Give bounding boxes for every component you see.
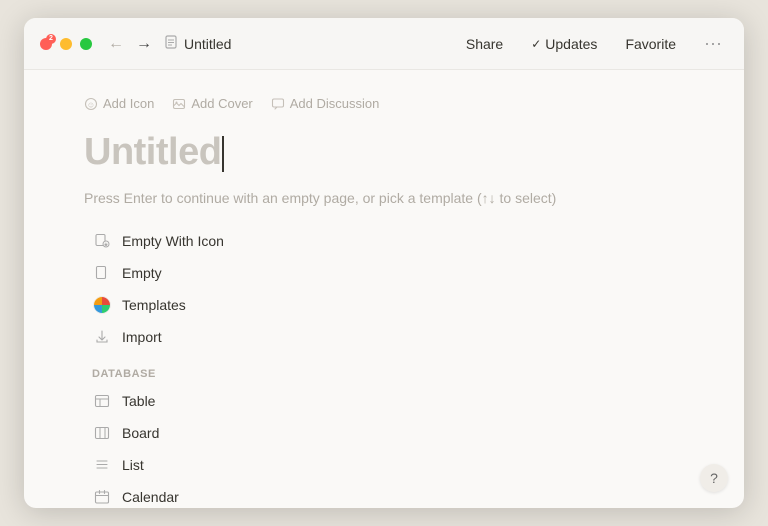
empty-with-icon-item[interactable]: ★ Empty With Icon <box>84 226 684 256</box>
empty-item[interactable]: Empty <box>84 258 684 288</box>
board-item[interactable]: Board <box>84 418 684 448</box>
empty-icon <box>92 263 112 283</box>
updates-button[interactable]: ✓ Updates <box>525 34 603 54</box>
help-button[interactable]: ? <box>700 464 728 492</box>
back-button[interactable]: ← <box>104 33 128 55</box>
templates-icon <box>92 295 112 315</box>
calendar-item[interactable]: Calendar <box>84 482 684 508</box>
minimize-button[interactable] <box>60 38 72 50</box>
calendar-icon <box>92 487 112 507</box>
traffic-lights: 2 <box>40 38 92 50</box>
page-header-actions: ☺ Add Icon Add Cover Add Discussion <box>84 94 684 113</box>
templates-item[interactable]: Templates <box>84 290 684 320</box>
notification-badge: 2 <box>46 34 56 44</box>
table-item[interactable]: Table <box>84 386 684 416</box>
nav-buttons: ← → <box>104 33 156 55</box>
page-icon <box>164 35 178 52</box>
titlebar-actions: Share ✓ Updates Favorite ··· <box>460 31 728 56</box>
template-menu: ★ Empty With Icon Empty <box>84 226 684 508</box>
hint-text: Press Enter to continue with an empty pa… <box>84 190 684 206</box>
page-main-title[interactable]: Untitled <box>84 131 684 174</box>
empty-with-icon-icon: ★ <box>92 231 112 251</box>
page-content: ☺ Add Icon Add Cover Add Discussion <box>24 70 744 508</box>
table-icon <box>92 391 112 411</box>
list-item[interactable]: List <box>84 450 684 480</box>
import-item[interactable]: Import <box>84 322 684 352</box>
more-button[interactable]: ··· <box>698 31 728 56</box>
svg-text:☺: ☺ <box>87 100 95 109</box>
maximize-button[interactable] <box>80 38 92 50</box>
svg-text:★: ★ <box>103 242 108 249</box>
add-icon-button[interactable]: ☺ Add Icon <box>84 94 154 113</box>
board-icon <box>92 423 112 443</box>
share-button[interactable]: Share <box>460 34 509 54</box>
import-icon <box>92 327 112 347</box>
page-title-label: Untitled <box>184 36 231 52</box>
list-icon <box>92 455 112 475</box>
check-icon: ✓ <box>531 37 541 51</box>
app-window: 2 ← → Untitled Share ✓ <box>24 18 744 508</box>
database-section-label: DATABASE <box>84 368 684 380</box>
page-title-bar: Untitled <box>164 35 460 52</box>
favorite-button[interactable]: Favorite <box>619 34 682 54</box>
text-cursor <box>222 136 224 172</box>
add-discussion-button[interactable]: Add Discussion <box>271 94 380 113</box>
close-button[interactable]: 2 <box>40 38 52 50</box>
add-cover-button[interactable]: Add Cover <box>172 94 252 113</box>
forward-button[interactable]: → <box>132 33 156 55</box>
titlebar: 2 ← → Untitled Share ✓ <box>24 18 744 70</box>
